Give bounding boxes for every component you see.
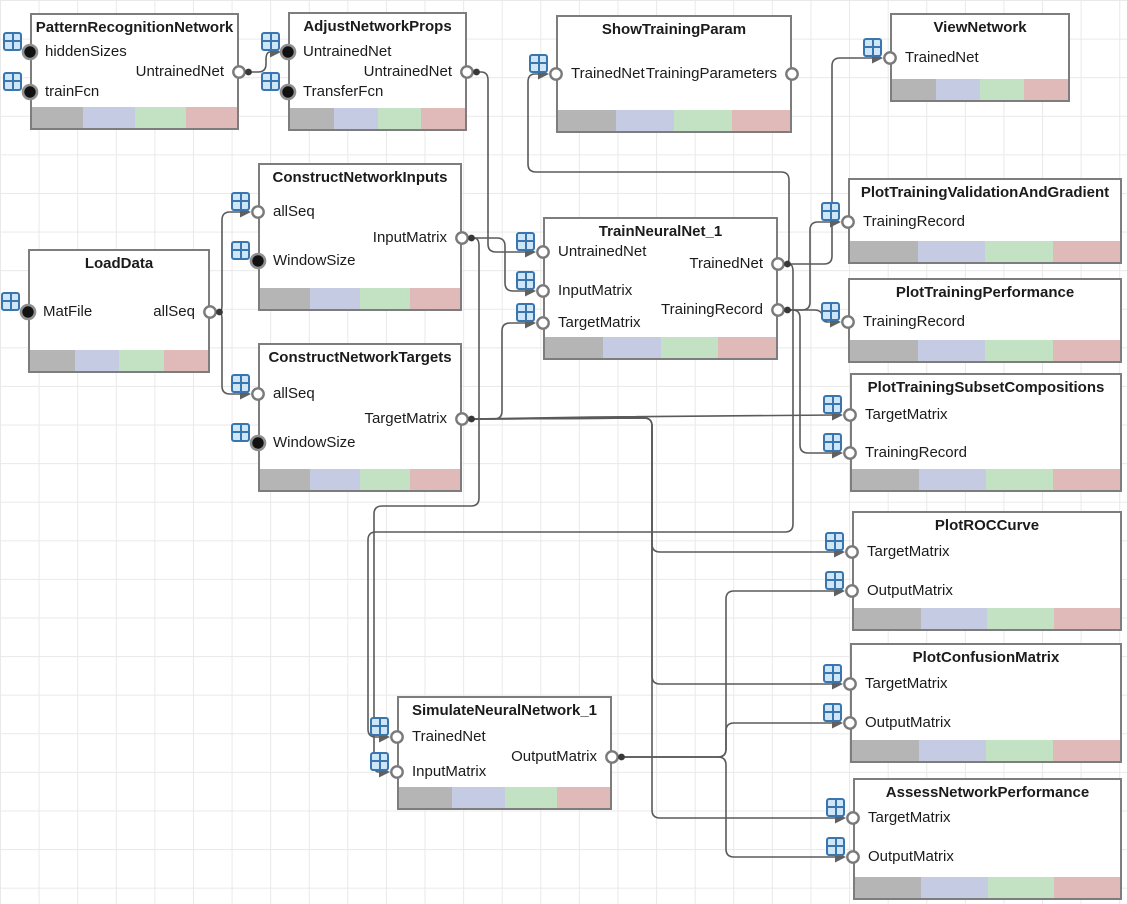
input-port[interactable] [844, 717, 855, 728]
port-parameter-grid-icon[interactable] [529, 54, 548, 73]
input-port[interactable] [251, 436, 265, 450]
wire[interactable] [469, 418, 839, 818]
input-port[interactable] [844, 409, 855, 420]
port-parameter-grid-icon[interactable] [823, 703, 842, 722]
wire[interactable] [246, 52, 274, 72]
wire[interactable] [469, 323, 529, 419]
diagram-canvas[interactable]: PatternRecognitionNetworkhiddenSizestrai… [0, 0, 1127, 904]
input-port[interactable] [842, 316, 853, 327]
wire[interactable] [374, 238, 479, 772]
input-port[interactable] [21, 305, 35, 319]
input-port[interactable] [844, 678, 855, 689]
output-port[interactable] [461, 66, 472, 77]
port-parameter-grid-icon[interactable] [516, 271, 535, 290]
port-parameter-grid-icon[interactable] [826, 798, 845, 817]
port-parameter-grid-icon[interactable] [3, 72, 22, 91]
input-port[interactable] [884, 52, 895, 63]
input-port[interactable] [846, 585, 857, 596]
port-parameter-grid-icon[interactable] [823, 395, 842, 414]
wire-junction-dot [216, 309, 223, 316]
output-port[interactable] [456, 232, 467, 243]
input-port[interactable] [847, 851, 858, 862]
port-parameter-grid-icon[interactable] [821, 302, 840, 321]
input-port[interactable] [281, 85, 295, 99]
input-port[interactable] [537, 317, 548, 328]
output-port[interactable] [786, 68, 797, 79]
input-port[interactable] [391, 731, 402, 742]
input-port[interactable] [281, 45, 295, 59]
input-port[interactable] [550, 68, 561, 79]
input-port[interactable] [844, 447, 855, 458]
wire[interactable] [474, 72, 529, 252]
port-parameter-grid-icon[interactable] [825, 532, 844, 551]
port-parameter-grid-icon[interactable] [821, 202, 840, 221]
wire-junction-dot [468, 235, 475, 242]
wire[interactable] [368, 264, 793, 737]
input-port[interactable] [842, 216, 853, 227]
wire-junction-dot [468, 416, 475, 423]
input-port[interactable] [251, 254, 265, 268]
input-port[interactable] [252, 388, 263, 399]
port-parameter-grid-icon[interactable] [3, 32, 22, 51]
port-parameter-grid-icon[interactable] [863, 38, 882, 57]
port-parameter-grid-icon[interactable] [516, 303, 535, 322]
port-parameter-grid-icon[interactable] [231, 374, 250, 393]
input-port[interactable] [847, 812, 858, 823]
port-parameter-grid-icon[interactable] [825, 571, 844, 590]
wire-junction-dot [618, 754, 625, 761]
input-port[interactable] [846, 546, 857, 557]
input-port[interactable] [391, 766, 402, 777]
input-port[interactable] [537, 285, 548, 296]
wire-junction-dot [245, 69, 252, 76]
port-parameter-grid-icon[interactable] [1, 292, 20, 311]
port-parameter-grid-icon[interactable] [231, 192, 250, 211]
port-parameter-grid-icon[interactable] [826, 837, 845, 856]
wire-junction-dot [784, 307, 791, 314]
output-port[interactable] [606, 751, 617, 762]
port-parameter-grid-icon[interactable] [231, 423, 250, 442]
port-parameter-grid-icon[interactable] [823, 664, 842, 683]
output-port[interactable] [233, 66, 244, 77]
input-port[interactable] [23, 85, 37, 99]
wire-junction-dot [473, 69, 480, 76]
wires-layer [0, 0, 1127, 904]
input-port[interactable] [23, 45, 37, 59]
port-parameter-grid-icon[interactable] [370, 752, 389, 771]
output-port[interactable] [204, 306, 215, 317]
port-parameter-grid-icon[interactable] [231, 241, 250, 260]
wire[interactable] [217, 212, 244, 312]
output-port[interactable] [772, 258, 783, 269]
port-parameter-grid-icon[interactable] [370, 717, 389, 736]
input-port[interactable] [537, 246, 548, 257]
port-parameter-grid-icon[interactable] [823, 433, 842, 452]
wire[interactable] [528, 74, 789, 264]
output-port[interactable] [772, 304, 783, 315]
wire[interactable] [785, 58, 876, 264]
wire-junction-dot [784, 261, 791, 268]
output-port[interactable] [456, 413, 467, 424]
port-parameter-grid-icon[interactable] [261, 32, 280, 51]
input-port[interactable] [252, 206, 263, 217]
port-parameter-grid-icon[interactable] [516, 232, 535, 251]
port-parameter-grid-icon[interactable] [261, 72, 280, 91]
